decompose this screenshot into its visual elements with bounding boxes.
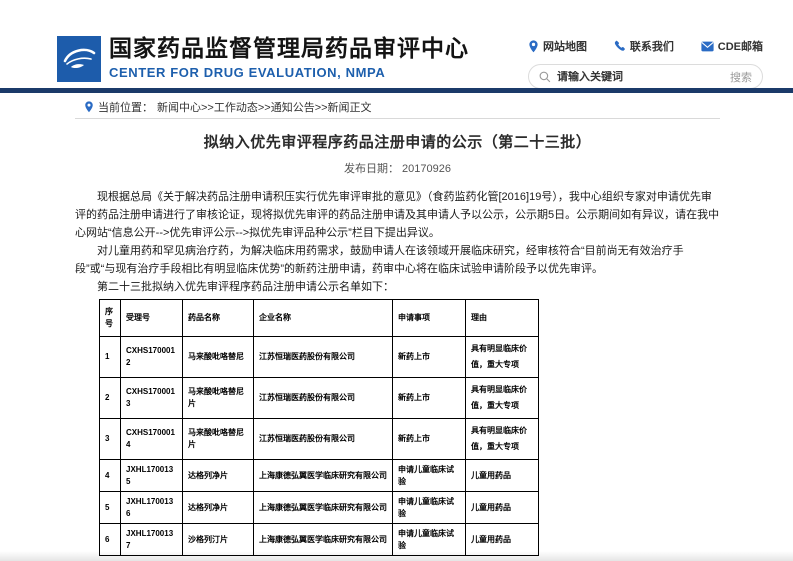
table-cell: 达格列净片 [182, 459, 254, 492]
table-cell: 达格列净片 [182, 491, 254, 524]
table-cell: 儿童用药品 [465, 491, 539, 524]
site-title-cn: 国家药品监督管理局药品审评中心 [109, 35, 469, 61]
table-cell: 2 [99, 377, 121, 419]
table-cell: CXHS1700012 [120, 336, 183, 378]
table-row: 5 JXHL1700136 达格列净片 上海康德弘翼医学临床研究有限公司 申请儿童临床试… [99, 491, 539, 524]
location-pin-icon [84, 101, 94, 113]
table-cell: 江苏恒瑞医药股份有限公司 [253, 377, 393, 419]
table-cell: JXHL1700135 [120, 459, 183, 492]
table-cell: 5 [99, 491, 121, 524]
article-body: 现根据总局《关于解决药品注册申请积压实行优先审评审批的意见》（食药监药化管[20… [75, 188, 720, 296]
table-cell: 江苏恒瑞医药股份有限公司 [253, 418, 393, 460]
header-right: 网站地图 联系我们 CDE邮箱 请输入关键词 搜索 [528, 38, 763, 89]
search-bar: 搜索 [528, 64, 763, 89]
table-row: 4 JXHL1700135 达格列净片 上海康德弘翼医学临床研究有限公司 申请儿童临床试… [99, 459, 539, 492]
table-cell: 3 [99, 418, 121, 460]
table-cell: 上海康德弘翼医学临床研究有限公司 [253, 459, 393, 492]
column-header: 药品名称 [182, 299, 254, 337]
column-header: 受理号 [120, 299, 183, 337]
table-cell: 具有明显临床价值，重大专项 [465, 336, 539, 378]
table-row: 1 CXHS1700012 马来酸吡咯替尼 江苏恒瑞医药股份有限公司 新药上市 具有明显临… [99, 336, 539, 378]
paragraph-2: 对儿童用药和罕见病治疗药，为解决临床用药需求，鼓励申请人在该领域开展临床研究，经… [75, 245, 684, 275]
article-date: 发布日期： 20170926 [75, 160, 720, 176]
breadcrumb-path[interactable]: 新闻中心>>工作动态>>通知公告>>新闻正文 [157, 99, 372, 115]
page: 国家药品监督管理局药品审评中心 CENTER FOR DRUG EVALUATI… [0, 0, 793, 561]
cde-logo[interactable] [57, 36, 101, 82]
table-cell: CXHS1700013 [120, 377, 183, 419]
table-cell: 马来酸吡咯替尼片 [182, 418, 254, 460]
table-cell: 申请儿童临床试验 [392, 459, 466, 492]
table-cell: 新药上市 [392, 377, 466, 419]
table-row: 3 CXHS1700014 马来酸吡咯替尼片 江苏恒瑞医药股份有限公司 新药上市 具有明显… [99, 418, 539, 460]
phone-icon [614, 40, 626, 52]
contact-link[interactable]: 联系我们 [614, 38, 674, 54]
navy-divider-bar [0, 88, 793, 93]
sitemap-label: 网站地图 [543, 41, 587, 53]
breadcrumb: 当前位置： 新闻中心>>工作动态>>通知公告>>新闻正文 [84, 99, 372, 115]
drug-table: 序号 受理号 药品名称 企业名称 申请事项 理由 1 CXHS1700012 马来酸吡咯替尼江… [99, 299, 539, 556]
article: 拟纳入优先审评程序药品注册申请的公示（第二十三批） 发布日期： 20170926… [75, 131, 720, 556]
mailbox-label: CDE邮箱 [717, 41, 763, 53]
map-pin-icon [528, 39, 539, 53]
mailbox-link[interactable]: CDE邮箱 [701, 38, 763, 54]
drug-table-body: 1 CXHS1700012 马来酸吡咯替尼 江苏恒瑞医药股份有限公司 新药上市 具有明显临… [99, 336, 539, 556]
table-cell: CXHS1700014 [120, 418, 183, 460]
table-cell: 马来酸吡咯替尼 [182, 336, 254, 378]
breadcrumb-label: 当前位置： [98, 102, 153, 114]
column-header: 理由 [465, 299, 539, 337]
table-cell: 儿童用药品 [465, 459, 539, 492]
date-value: 20170926 [402, 163, 451, 175]
table-cell: 江苏恒瑞医药股份有限公司 [253, 336, 393, 378]
top-links: 网站地图 联系我们 CDE邮箱 [528, 38, 763, 54]
table-cell: 新药上市 [392, 418, 466, 460]
breadcrumb-divider [75, 118, 720, 119]
table-row: 2 CXHS1700013 马来酸吡咯替尼片 江苏恒瑞医药股份有限公司 新药上市 具有明显… [99, 377, 539, 419]
site-header: 国家药品监督管理局药品审评中心 CENTER FOR DRUG EVALUATI… [57, 34, 763, 89]
cde-logo-icon [63, 48, 96, 69]
table-cell: 新药上市 [392, 336, 466, 378]
column-header: 序号 [99, 299, 121, 337]
column-header: 企业名称 [253, 299, 393, 337]
mail-icon [701, 41, 714, 52]
search-input[interactable] [557, 70, 722, 83]
table-cell: 4 [99, 459, 121, 492]
table-cell: 具有明显临床价值，重大专项 [465, 418, 539, 460]
table-cell: 1 [99, 336, 121, 378]
paragraph-3: 第二十三批拟纳入优先审评程序药品注册申请公示名单如下： [97, 281, 394, 293]
site-title-en: CENTER FOR DRUG EVALUATION, NMPA [109, 65, 386, 80]
drug-table-head: 序号 受理号 药品名称 企业名称 申请事项 理由 [99, 299, 539, 337]
header-row: 序号 受理号 药品名称 企业名称 申请事项 理由 [99, 299, 539, 337]
paragraph-1: 现根据总局《关于解决药品注册申请积压实行优先审评审批的意见》（食药监药化管[20… [75, 191, 720, 239]
search-icon [539, 71, 551, 83]
site-titles: 国家药品监督管理局药品审评中心 CENTER FOR DRUG EVALUATI… [109, 34, 469, 80]
contact-label: 联系我们 [629, 41, 674, 53]
column-header: 申请事项 [392, 299, 466, 337]
page-bottom-shadow [0, 551, 793, 561]
table-cell: 具有明显临床价值，重大专项 [465, 377, 539, 419]
article-title: 拟纳入优先审评程序药品注册申请的公示（第二十三批） [203, 134, 592, 151]
search-button[interactable]: 搜索 [722, 69, 752, 85]
table-cell: JXHL1700136 [120, 491, 183, 524]
date-label: 发布日期： [343, 163, 399, 175]
table-cell: 马来酸吡咯替尼片 [182, 377, 254, 419]
table-cell: 申请儿童临床试验 [392, 491, 466, 524]
sitemap-link[interactable]: 网站地图 [528, 38, 587, 54]
table-cell: 上海康德弘翼医学临床研究有限公司 [253, 491, 393, 524]
